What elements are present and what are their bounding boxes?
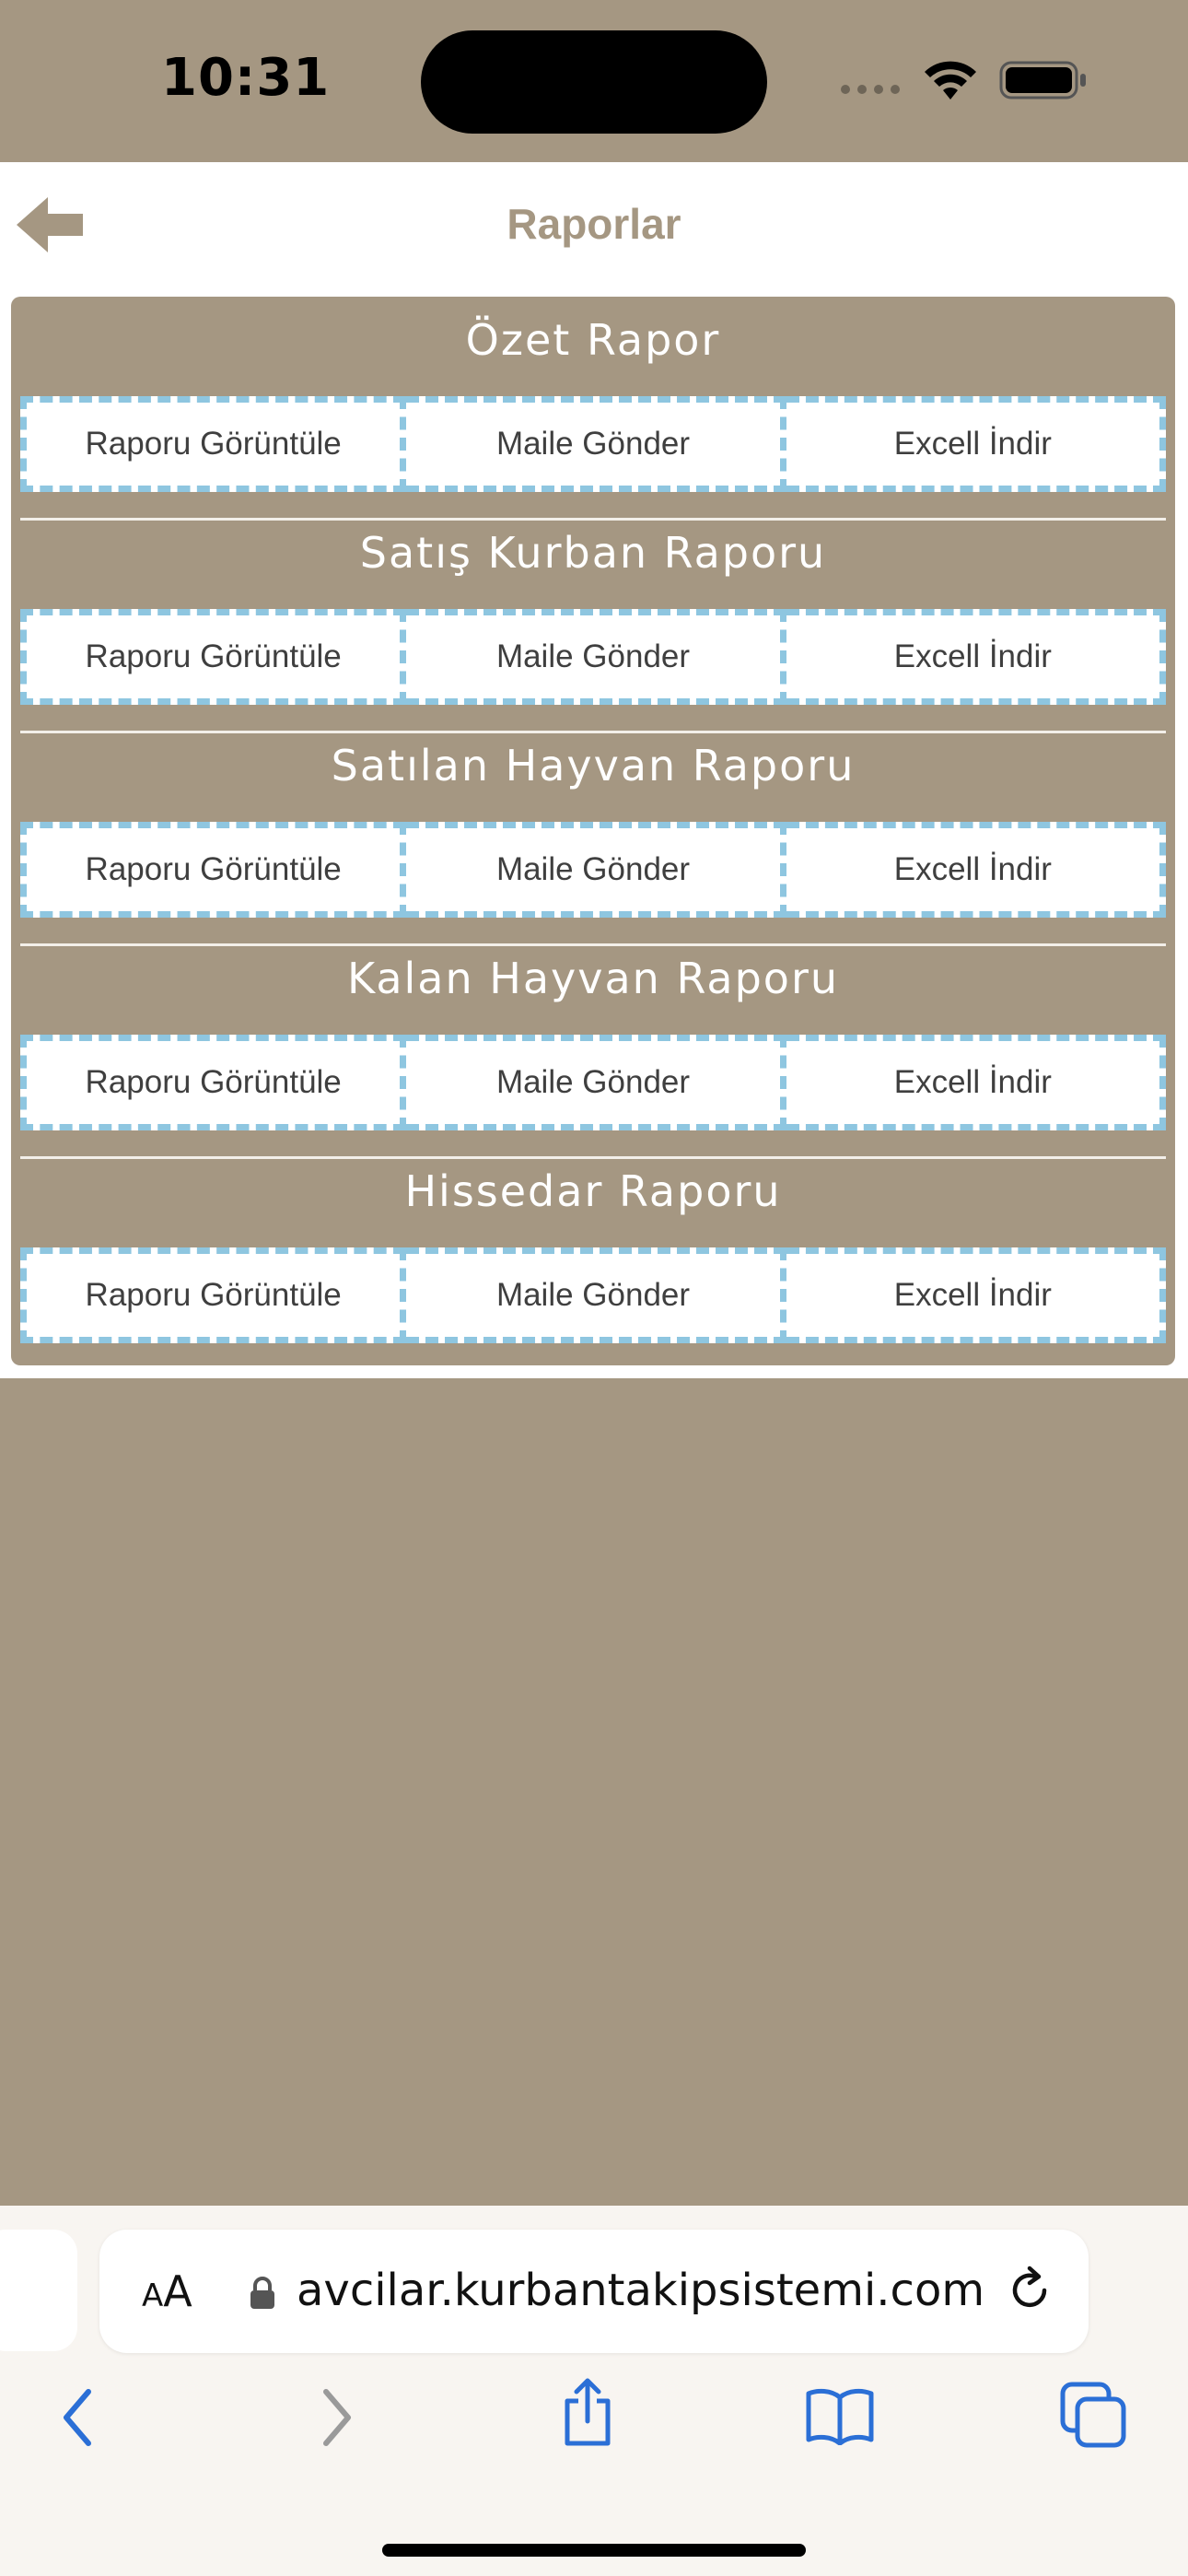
- send-mail-button[interactable]: Maile Gönder: [406, 396, 786, 492]
- nav-header: Raporlar: [0, 162, 1188, 287]
- view-report-button[interactable]: Raporu Görüntüle: [20, 1035, 407, 1130]
- status-time: 10:31: [161, 48, 331, 108]
- reload-icon[interactable]: [1002, 2263, 1057, 2318]
- page-title: Raporlar: [507, 200, 681, 248]
- signal-icon: [841, 85, 900, 94]
- button-row: Raporu Görüntüle Maile Gönder Excell İnd…: [20, 609, 1166, 705]
- forward-chevron-icon[interactable]: [313, 2381, 359, 2454]
- text-size-button[interactable]: AA: [142, 2266, 192, 2316]
- section-divider: [20, 943, 1166, 946]
- back-chevron-icon[interactable]: [55, 2381, 101, 2454]
- address-bar[interactable]: AA avcilar.kurbantakipsistemi.com: [99, 2230, 1089, 2353]
- download-excel-button[interactable]: Excell İndir: [786, 822, 1166, 918]
- send-mail-button[interactable]: Maile Gönder: [406, 609, 786, 705]
- send-mail-button[interactable]: Maile Gönder: [406, 1247, 786, 1343]
- send-mail-button[interactable]: Maile Gönder: [406, 1035, 786, 1130]
- status-bar: 10:31: [0, 0, 1188, 162]
- download-excel-button[interactable]: Excell İndir: [786, 1247, 1166, 1343]
- browser-bar: AA avcilar.kurbantakipsistemi.com: [0, 2206, 1188, 2576]
- wifi-icon: [925, 61, 976, 100]
- send-mail-button[interactable]: Maile Gönder: [406, 822, 786, 918]
- section-divider: [20, 1156, 1166, 1159]
- button-row: Raporu Görüntüle Maile Gönder Excell İnd…: [20, 1035, 1166, 1130]
- section-title: Satış Kurban Raporu: [359, 528, 827, 578]
- section-title: Hissedar Raporu: [404, 1166, 782, 1216]
- battery-icon: [999, 61, 1086, 100]
- section-title: Özet Rapor: [465, 315, 721, 365]
- dynamic-island: [421, 30, 767, 134]
- view-report-button[interactable]: Raporu Görüntüle: [20, 1247, 407, 1343]
- section-divider: [20, 518, 1166, 521]
- section-divider: [20, 731, 1166, 733]
- view-report-button[interactable]: Raporu Görüntüle: [20, 396, 407, 492]
- button-row: Raporu Görüntüle Maile Gönder Excell İnd…: [20, 1247, 1166, 1343]
- tabs-icon[interactable]: [1059, 2381, 1127, 2449]
- view-report-button[interactable]: Raporu Görüntüle: [20, 822, 407, 918]
- download-excel-button[interactable]: Excell İndir: [786, 1035, 1166, 1130]
- share-icon[interactable]: [558, 2375, 617, 2449]
- previous-tab-preview[interactable]: [0, 2230, 77, 2351]
- button-row: Raporu Görüntüle Maile Gönder Excell İnd…: [20, 822, 1166, 918]
- view-report-button[interactable]: Raporu Görüntüle: [20, 609, 407, 705]
- home-indicator: [382, 2544, 806, 2557]
- download-excel-button[interactable]: Excell İndir: [786, 609, 1166, 705]
- bookmarks-icon[interactable]: [805, 2386, 875, 2445]
- button-row: Raporu Görüntüle Maile Gönder Excell İnd…: [20, 396, 1166, 492]
- url-text: avcilar.kurbantakipsistemi.com: [297, 2265, 985, 2316]
- reports-panel: Özet Rapor Raporu Görüntüle Maile Gönder…: [11, 297, 1175, 1365]
- section-title: Satılan Hayvan Raporu: [331, 741, 856, 790]
- lock-icon: [250, 2277, 274, 2309]
- reports-content: Özet Rapor Raporu Görüntüle Maile Gönder…: [0, 287, 1188, 1378]
- download-excel-button[interactable]: Excell İndir: [786, 396, 1166, 492]
- section-title: Kalan Hayvan Raporu: [346, 954, 840, 1003]
